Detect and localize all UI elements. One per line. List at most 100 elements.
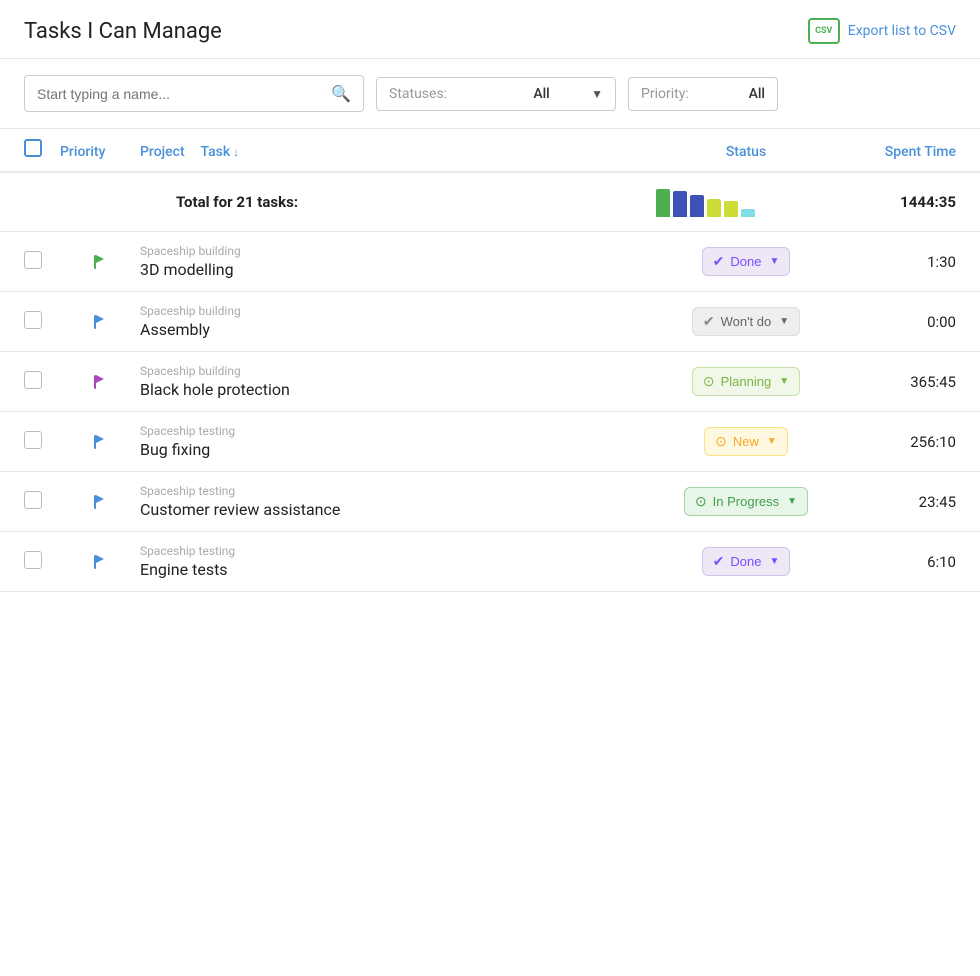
priority-col-header[interactable]: Priority: [60, 141, 140, 160]
task-project: Spaceship building: [140, 244, 656, 258]
priority-filter[interactable]: Priority: All: [628, 77, 778, 111]
task-status-col: ⊙ In Progress ▼: [656, 487, 836, 516]
status-badge[interactable]: ✔ Done ▼: [702, 247, 791, 276]
task-name[interactable]: Bug fixing: [140, 440, 656, 459]
page-header: Tasks I Can Manage CSV Export list to CS…: [0, 0, 980, 59]
task-checkbox[interactable]: [24, 491, 42, 509]
task-name[interactable]: Customer review assistance: [140, 500, 656, 519]
status-dropdown-arrow: ▼: [787, 496, 797, 507]
project-header-label: Project: [140, 144, 185, 160]
status-dropdown-arrow: ▼: [779, 316, 789, 327]
totals-label: Total for 21 tasks:: [60, 193, 656, 211]
search-input[interactable]: [37, 86, 331, 102]
priority-filter-label: Priority:: [641, 86, 689, 102]
search-icon: 🔍: [331, 84, 351, 103]
task-list: Spaceship building 3D modelling ✔ Done ▼…: [0, 232, 980, 592]
flag-icon: [90, 372, 110, 392]
status-icon: ✔: [713, 553, 725, 570]
task-check-col: [24, 251, 60, 273]
task-project: Spaceship building: [140, 364, 656, 378]
spent-col-header: Spent Time: [836, 141, 956, 160]
task-status-col: ✔ Won't do ▼: [656, 307, 836, 336]
flag-icon: [90, 432, 110, 452]
task-spent-time: 6:10: [836, 553, 956, 571]
task-info-col: Spaceship testing Customer review assist…: [140, 484, 656, 519]
task-spent-time: 23:45: [836, 493, 956, 511]
task-status-col: ✔ Done ▼: [656, 247, 836, 276]
task-col-header[interactable]: Project Task: [140, 141, 656, 160]
status-badge[interactable]: ⊙ In Progress ▼: [684, 487, 808, 516]
task-priority-col: [60, 552, 140, 572]
task-project: Spaceship building: [140, 304, 656, 318]
task-checkbox[interactable]: [24, 551, 42, 569]
flag-icon: [90, 492, 110, 512]
task-priority-col: [60, 252, 140, 272]
task-name[interactable]: 3D modelling: [140, 260, 656, 279]
task-checkbox[interactable]: [24, 251, 42, 269]
status-dropdown-arrow: ▼: [779, 376, 789, 387]
select-all-checkbox[interactable]: [24, 139, 42, 157]
task-info-col: Spaceship testing Engine tests: [140, 544, 656, 579]
task-name[interactable]: Engine tests: [140, 560, 656, 579]
task-checkbox[interactable]: [24, 431, 42, 449]
spent-header-label: Spent Time: [885, 144, 956, 160]
chart-bar: [724, 201, 738, 217]
status-icon: ✔: [713, 253, 725, 270]
task-spent-time: 0:00: [836, 313, 956, 331]
status-label: Won't do: [721, 314, 772, 329]
chart-bar: [673, 191, 687, 217]
select-all-col[interactable]: [24, 139, 60, 161]
status-filter-value: All: [533, 86, 549, 102]
table-row: Spaceship building 3D modelling ✔ Done ▼…: [0, 232, 980, 292]
status-filter[interactable]: Statuses: All ▼: [376, 77, 616, 111]
totals-row: Total for 21 tasks: 1444:35: [0, 173, 980, 232]
status-dropdown-arrow: ▼: [769, 256, 779, 267]
task-status-col: ✔ Done ▼: [656, 547, 836, 576]
task-priority-col: [60, 312, 140, 332]
chart-bar: [707, 199, 721, 217]
chevron-down-icon: ▼: [591, 87, 603, 101]
task-checkbox[interactable]: [24, 371, 42, 389]
task-checkbox[interactable]: [24, 311, 42, 329]
task-name[interactable]: Assembly: [140, 320, 656, 339]
chart-bar: [656, 189, 670, 217]
status-badge[interactable]: ✔ Won't do ▼: [692, 307, 800, 336]
table-header: Priority Project Task Status Spent Time: [0, 129, 980, 173]
status-filter-label: Statuses:: [389, 86, 447, 102]
status-badge[interactable]: ✔ Done ▼: [702, 547, 791, 576]
status-badge[interactable]: ⊙ New ▼: [704, 427, 788, 456]
task-priority-col: [60, 372, 140, 392]
table-row: Spaceship testing Bug fixing ⊙ New ▼ 256…: [0, 412, 980, 472]
page-title: Tasks I Can Manage: [24, 19, 222, 44]
export-csv-link[interactable]: CSV Export list to CSV: [808, 18, 956, 44]
flag-icon: [90, 552, 110, 572]
task-info-col: Spaceship building Black hole protection: [140, 364, 656, 399]
task-info-col: Spaceship building 3D modelling: [140, 244, 656, 279]
export-label: Export list to CSV: [848, 23, 956, 39]
task-project: Spaceship testing: [140, 424, 656, 438]
task-priority-col: [60, 492, 140, 512]
task-check-col: [24, 311, 60, 333]
status-dropdown-arrow: ▼: [767, 436, 777, 447]
task-spent-time: 1:30: [836, 253, 956, 271]
status-icon: ⊙: [715, 433, 727, 450]
filters-bar: 🔍 Statuses: All ▼ Priority: All: [0, 59, 980, 129]
status-label: Done: [730, 554, 761, 569]
task-header-label: Task: [201, 144, 240, 160]
task-check-col: [24, 431, 60, 453]
task-project: Spaceship testing: [140, 484, 656, 498]
task-status-col: ⊙ Planning ▼: [656, 367, 836, 396]
status-label: New: [733, 434, 759, 449]
search-box[interactable]: 🔍: [24, 75, 364, 112]
chart-bar: [741, 209, 755, 217]
task-info-col: Spaceship building Assembly: [140, 304, 656, 339]
priority-header-label: Priority: [60, 144, 105, 160]
task-priority-col: [60, 432, 140, 452]
status-badge[interactable]: ⊙ Planning ▼: [692, 367, 800, 396]
task-check-col: [24, 551, 60, 573]
task-name[interactable]: Black hole protection: [140, 380, 656, 399]
task-status-col: ⊙ New ▼: [656, 427, 836, 456]
totals-spent-time: 1444:35: [836, 193, 956, 211]
status-label: In Progress: [713, 494, 779, 509]
table-row: Spaceship building Black hole protection…: [0, 352, 980, 412]
